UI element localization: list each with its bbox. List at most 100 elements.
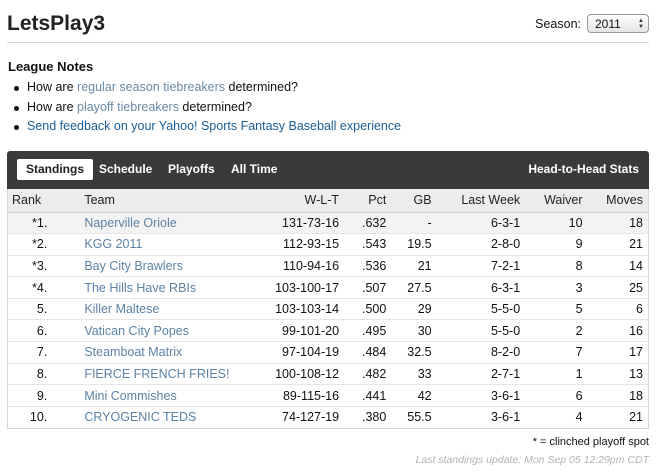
gb-cell: 21 xyxy=(386,255,432,278)
note-item: How are playoff tiebreakers determined? xyxy=(8,98,648,118)
table-row: *4. The Hills Have RBIs 103-100-17 .507 … xyxy=(8,276,648,299)
team-link[interactable]: Killer Maltese xyxy=(60,298,252,321)
team-link[interactable]: Bay City Brawlers xyxy=(60,255,252,278)
column-header-rank[interactable]: Rank xyxy=(8,189,61,213)
season-label: Season: xyxy=(535,16,581,31)
wlt-cell: 99-101-20 xyxy=(251,319,340,343)
note-item: How are regular season tiebreakers deter… xyxy=(8,78,648,98)
column-header-last-week[interactable]: Last Week xyxy=(431,189,521,213)
column-header-team[interactable]: Team xyxy=(60,189,252,213)
moves-cell: 14 xyxy=(582,255,648,278)
last-week-cell: 3-6-1 xyxy=(431,384,521,407)
league-tab-bar: Standings Schedule Playoffs All Time Hea… xyxy=(7,151,649,189)
pct-cell: .507 xyxy=(339,276,387,299)
wlt-cell: 110-94-16 xyxy=(251,255,340,278)
wlt-cell: 112-93-15 xyxy=(251,233,340,256)
waiver-cell: 5 xyxy=(520,298,583,321)
rank-cell: 7. xyxy=(8,341,61,364)
wlt-cell: 100-108-12 xyxy=(251,363,340,386)
last-week-cell: 2-8-0 xyxy=(431,233,521,256)
rank-cell: 10. xyxy=(29,410,48,425)
tab-standings[interactable]: Standings xyxy=(17,159,94,180)
team-link[interactable]: Naperville Oriole xyxy=(60,212,252,235)
last-week-cell: 5-5-0 xyxy=(431,319,521,343)
team-link[interactable]: Vatican City Popes xyxy=(60,319,252,343)
table-row: *2. KGG 2011 112-93-15 .543 19.5 2-8-0 9… xyxy=(8,233,648,256)
last-week-cell: 3-6-1 xyxy=(490,410,521,425)
last-week-cell: 7-2-1 xyxy=(431,255,521,278)
moves-cell: 21 xyxy=(582,233,648,256)
rank-cell: 6. xyxy=(8,319,61,343)
team-link[interactable]: FIERCE FRENCH FRIES! xyxy=(60,363,252,386)
team-link[interactable]: Steamboat Matrix xyxy=(60,341,252,364)
column-header-wlt[interactable]: W-L-T xyxy=(251,189,340,213)
pct-cell: .500 xyxy=(339,298,387,321)
last-week-cell: 6-3-1 xyxy=(431,276,521,299)
wlt-cell: 103-100-17 xyxy=(251,276,340,299)
last-week-cell: 6-3-1 xyxy=(431,212,521,235)
last-week-cell: 2-7-1 xyxy=(431,363,521,386)
note-text: determined? xyxy=(178,99,252,114)
waiver-cell: 9 xyxy=(520,233,583,256)
column-header-moves[interactable]: Moves xyxy=(582,189,648,213)
waiver-cell: 4 xyxy=(575,410,583,425)
pct-cell: .441 xyxy=(339,384,387,407)
wlt-cell: 103-103-14 xyxy=(251,298,340,321)
send-feedback-link[interactable]: Send feedback on your Yahoo! Sports Fant… xyxy=(27,119,401,133)
tab-all-time[interactable]: All Time xyxy=(231,159,277,180)
pct-cell: .380 xyxy=(361,410,387,425)
team-link[interactable]: CRYOGENIC TEDS xyxy=(60,406,251,428)
team-link[interactable]: Mini Commishes xyxy=(60,384,252,407)
season-dropdown-value: 2011 xyxy=(595,16,621,31)
column-header-waiver[interactable]: Waiver xyxy=(520,189,583,213)
wlt-cell: 89-115-16 xyxy=(251,384,340,407)
moves-cell: 18 xyxy=(582,212,648,235)
league-notes-list: How are regular season tiebreakers deter… xyxy=(8,78,648,137)
waiver-cell: 7 xyxy=(520,341,583,364)
rank-cell: 8. xyxy=(8,363,61,386)
rank-cell: *2. xyxy=(8,233,61,256)
season-dropdown[interactable]: 2011 ▲ ▼ xyxy=(587,14,649,33)
team-link[interactable]: The Hills Have RBIs xyxy=(60,276,252,299)
bullet-icon xyxy=(14,105,19,111)
tab-schedule[interactable]: Schedule xyxy=(99,159,152,180)
moves-cell: 6 xyxy=(582,298,648,321)
table-row: *3. Bay City Brawlers 110-94-16 .536 21 … xyxy=(8,255,648,278)
gb-cell: 29 xyxy=(386,298,432,321)
column-header-gb[interactable]: GB xyxy=(386,189,432,213)
tab-head-to-head-stats[interactable]: Head-to-Head Stats xyxy=(528,159,639,180)
table-row: *1. Naperville Oriole 131-73-16 .632 - 6… xyxy=(8,212,648,235)
clinched-footnote: * = clinched playoff spot xyxy=(532,436,649,448)
waiver-cell: 10 xyxy=(520,212,583,235)
moves-cell: 18 xyxy=(582,384,648,407)
last-update-timestamp: Last standings update: Mon Sep 05 12:29p… xyxy=(415,454,649,466)
note-item: Send feedback on your Yahoo! Sports Fant… xyxy=(8,117,648,137)
season-selector: Season: 2011 ▲ ▼ xyxy=(535,14,649,33)
table-row: 7. Steamboat Matrix 97-104-19 .484 32.5 … xyxy=(8,341,648,364)
table-row: 5. Killer Maltese 103-103-14 .500 29 5-5… xyxy=(8,298,648,321)
table-row: 10. CRYOGENIC TEDS 74-127-19 .380 55.5 3… xyxy=(8,406,648,428)
note-text: determined? xyxy=(225,80,299,94)
team-link[interactable]: KGG 2011 xyxy=(60,233,252,256)
bullet-icon xyxy=(14,86,19,91)
waiver-cell: 1 xyxy=(520,363,583,386)
rank-cell: 5. xyxy=(8,298,61,321)
updown-arrows-icon: ▲ ▼ xyxy=(638,17,644,30)
playoff-tiebreakers-link[interactable]: playoff tiebreakers xyxy=(77,100,179,114)
last-week-cell: 5-5-0 xyxy=(431,298,521,321)
note-text: How are xyxy=(27,80,78,94)
column-header-pct[interactable]: Pct xyxy=(339,189,387,213)
standings-table: Rank Team W-L-T Pct GB Last Week Waiver … xyxy=(7,189,649,429)
page-header: LetsPlay3 Season: 2011 ▲ ▼ xyxy=(7,10,649,43)
tab-playoffs[interactable]: Playoffs xyxy=(168,159,215,180)
regular-season-tiebreakers-link[interactable]: regular season tiebreakers xyxy=(77,80,225,94)
moves-cell: 16 xyxy=(582,319,648,343)
table-row: 6. Vatican City Popes 99-101-20 .495 30 … xyxy=(8,319,648,343)
gb-cell: 42 xyxy=(386,384,432,407)
gb-cell: 30 xyxy=(386,319,432,343)
table-header-row: Rank Team W-L-T Pct GB Last Week Waiver … xyxy=(8,189,648,213)
league-notes-heading: League Notes xyxy=(8,59,94,74)
moves-cell: 21 xyxy=(629,410,643,425)
last-week-cell: 8-2-0 xyxy=(431,341,521,364)
moves-cell: 17 xyxy=(582,341,648,364)
